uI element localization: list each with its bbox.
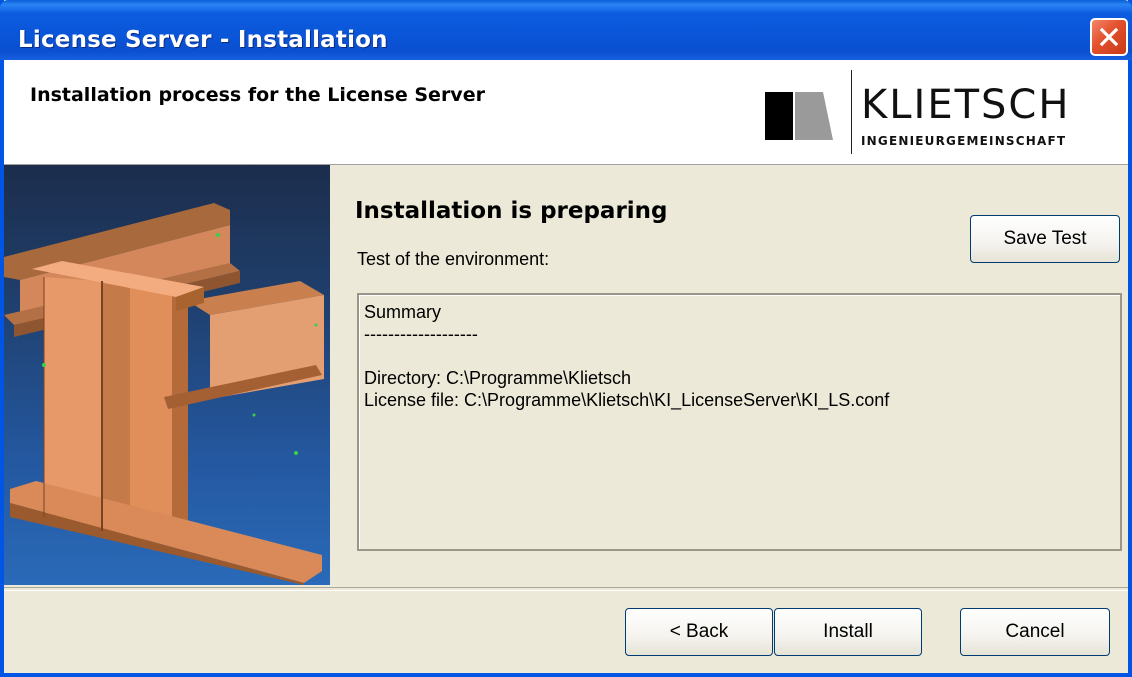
footer-divider [4, 587, 1128, 591]
logo-wordmark: KLIETSCH [861, 82, 1071, 128]
output-line: License file: C:\Programme\Klietsch\KI_L… [364, 390, 890, 410]
close-icon [1099, 27, 1119, 47]
logo-divider [851, 70, 852, 154]
test-summary-output[interactable]: Summary ------------------- Directory: C… [357, 293, 1122, 551]
steel-beam-image [4, 203, 324, 585]
output-line: Directory: C:\Programme\Klietsch [364, 368, 632, 388]
page-heading: Installation is preparing [355, 198, 668, 224]
back-button[interactable]: < Back [625, 608, 773, 656]
installer-window: License Server - Installation Installati… [0, 0, 1132, 677]
klietsch-logo-mark [765, 92, 833, 140]
cancel-button[interactable]: Cancel [960, 608, 1110, 656]
close-button[interactable] [1090, 18, 1128, 56]
logo-subtitle: INGENIEURGEMEINSCHAFT [861, 134, 1067, 148]
steel-beam-illustration [4, 165, 330, 585]
output-line: Summary [364, 302, 442, 322]
company-logo: KLIETSCH INGENIEURGEMEINSCHAFT [761, 68, 1127, 160]
header-banner: Installation process for the License Ser… [4, 60, 1128, 165]
window-title: License Server - Installation [18, 27, 388, 53]
header-title: Installation process for the License Ser… [30, 84, 485, 106]
install-button[interactable]: Install [774, 608, 922, 656]
save-test-button[interactable]: Save Test [970, 215, 1120, 263]
environment-test-label: Test of the environment: [357, 249, 550, 269]
title-bar[interactable]: License Server - Installation [0, 0, 1132, 60]
output-line: ------------------- [364, 324, 478, 344]
